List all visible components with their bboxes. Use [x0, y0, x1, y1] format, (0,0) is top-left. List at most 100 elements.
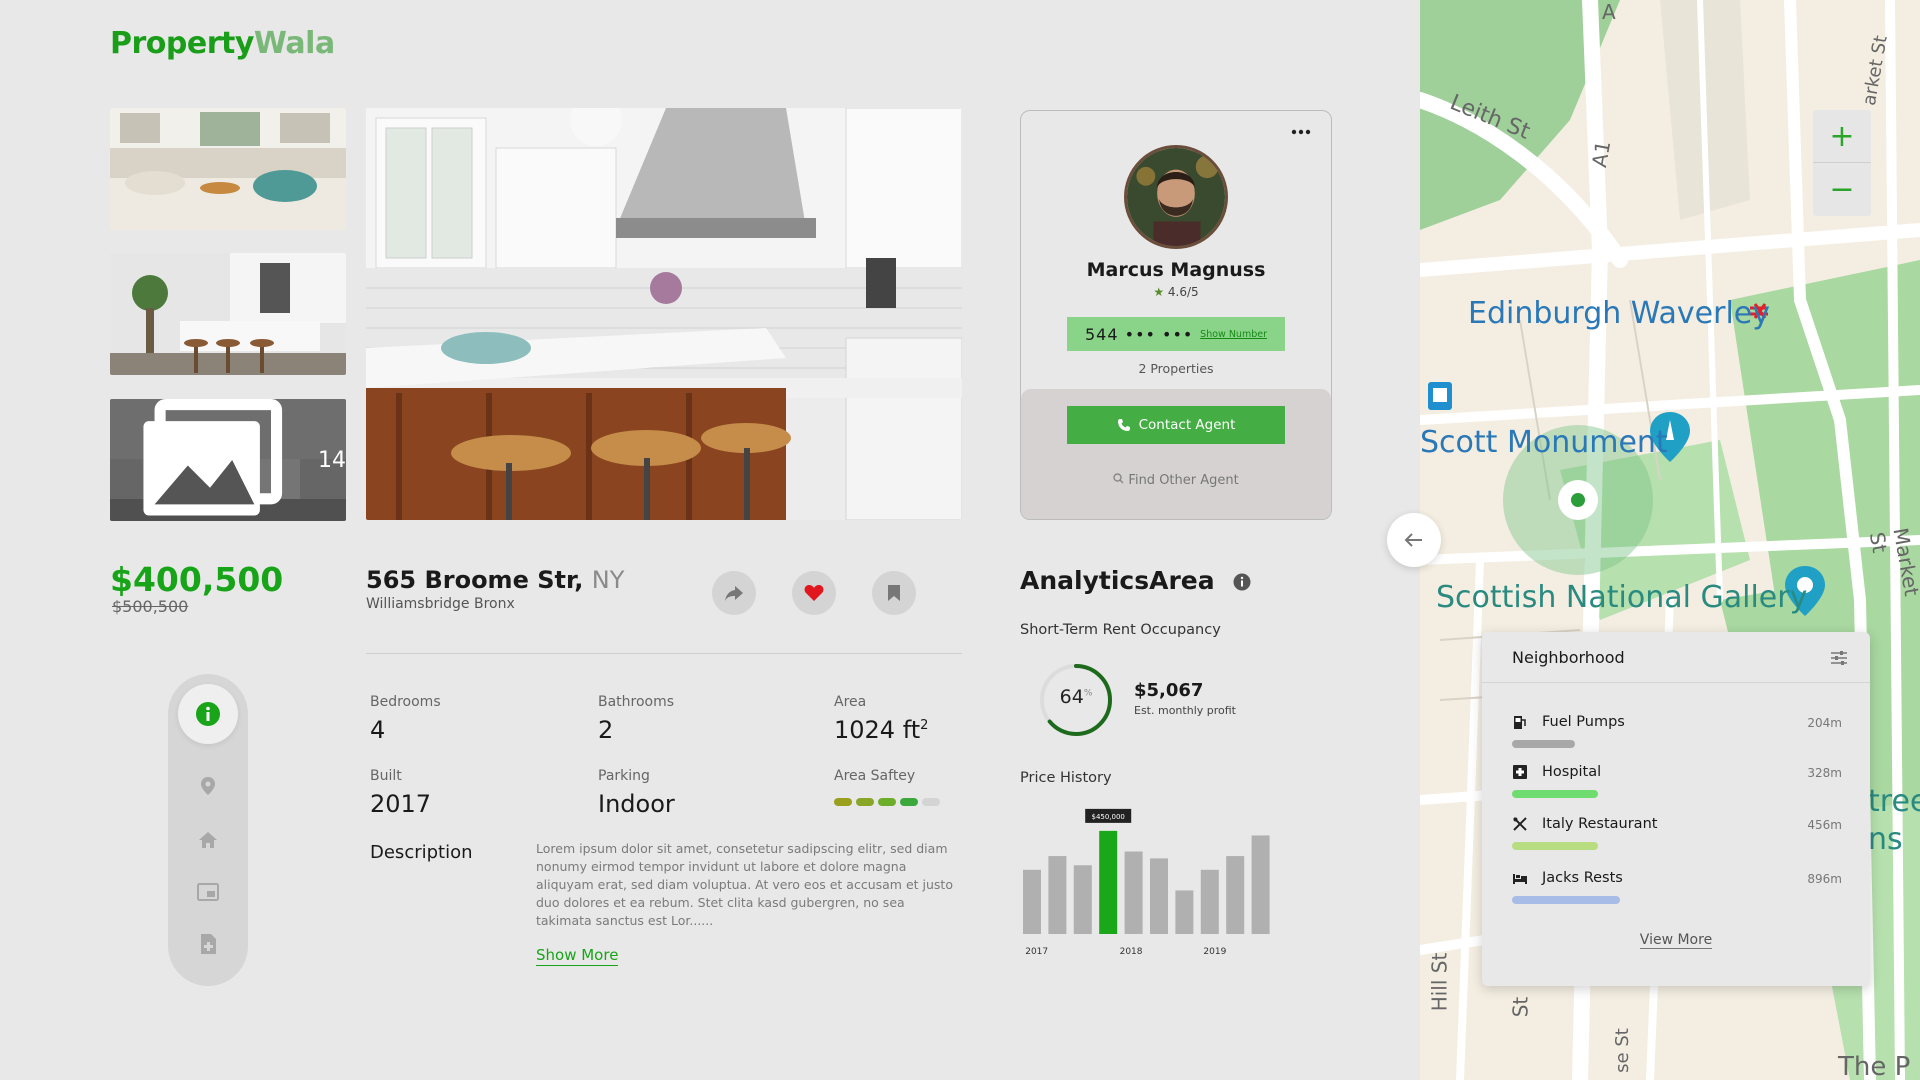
bedrooms-stat: Bedrooms 4 — [370, 694, 441, 744]
restaurant-icon — [1513, 817, 1527, 831]
safety-segment — [878, 798, 896, 806]
listing-neighborhood: Williamsbridge Bronx — [366, 596, 515, 612]
neighborhood-item-name: Hospital — [1542, 764, 1602, 780]
view-more-link[interactable]: View More — [1482, 932, 1870, 949]
price-bar[interactable] — [1175, 890, 1194, 934]
neighborhood-item-name: Jacks Rests — [1542, 870, 1623, 886]
arrow-left-icon — [1404, 533, 1422, 547]
find-other-agent-link[interactable]: Find Other Agent — [1021, 473, 1331, 488]
price-bar[interactable] — [1048, 856, 1067, 934]
neighborhood-item-bar — [1512, 896, 1621, 904]
main-photo[interactable] — [366, 108, 962, 520]
area-safety-meter — [834, 798, 940, 806]
nav-location-button[interactable] — [196, 774, 220, 798]
neighborhood-panel: Neighborhood Fuel Pumps 204m Hospital 32… — [1482, 632, 1870, 986]
safety-segment — [834, 798, 852, 806]
more-options-icon[interactable] — [1291, 129, 1311, 135]
x-tick-label: 2018 — [1120, 947, 1143, 957]
area-label: Area — [834, 694, 867, 710]
show-more-link[interactable]: Show More — [536, 946, 619, 966]
description-title: Description — [370, 842, 473, 863]
area-safety-label: Area Saftey — [834, 768, 916, 784]
built-stat: Built 2017 — [370, 768, 431, 818]
agent-card: Marcus Magnuss ★ 4.6/5 544 ••• ••• Show … — [1020, 110, 1332, 520]
neighborhood-item-distance: 204m — [1807, 716, 1842, 730]
price-bar[interactable] — [1023, 869, 1041, 934]
info-icon[interactable] — [1233, 573, 1251, 591]
occupancy-title: Short-Term Rent Occupancy — [1020, 622, 1221, 638]
agent-phone: 544 ••• ••• Show Number — [1067, 317, 1285, 351]
gallery-icon — [143, 399, 283, 516]
agent-name: Marcus Magnuss — [1086, 259, 1266, 281]
contact-agent-button[interactable]: Contact Agent — [1067, 406, 1285, 444]
built-label: Built — [370, 768, 402, 784]
bookmark-button[interactable] — [872, 571, 916, 615]
x-tick-label: 2019 — [1203, 947, 1226, 957]
area-safety-stat: Area Saftey — [834, 768, 940, 806]
bed-icon — [1513, 874, 1527, 884]
neighborhood-item-distance: 456m — [1807, 818, 1842, 832]
filter-sliders-icon[interactable] — [1830, 650, 1848, 666]
monthly-profit: $5,067 — [1134, 680, 1204, 701]
price-bar[interactable] — [1200, 869, 1219, 934]
gallery-thumbnail-2[interactable] — [110, 253, 346, 375]
neighborhood-item-bar — [1512, 790, 1598, 798]
favorite-button[interactable] — [792, 571, 836, 615]
details-divider — [366, 653, 962, 654]
agent-properties-count[interactable]: 2 Properties — [1021, 361, 1331, 376]
more-photos-overlay: 14 — [110, 399, 346, 521]
home-icon — [199, 832, 217, 848]
add-document-icon — [201, 934, 216, 954]
price-bar[interactable] — [1251, 835, 1270, 934]
price-bar[interactable] — [1150, 858, 1168, 934]
price-bar[interactable] — [1073, 865, 1092, 934]
map-label-hill-st: Hill St — [1427, 952, 1452, 1012]
neighborhood-divider — [1482, 682, 1870, 683]
area-value: 1024 ft — [834, 716, 921, 744]
price-bar[interactable] — [1124, 851, 1143, 935]
safety-segment — [900, 798, 918, 806]
picture-in-picture-icon — [197, 883, 219, 901]
map-label-edinburgh-waverley: Edinburgh Waverley — [1468, 296, 1771, 331]
parking-value: Indoor — [598, 790, 675, 818]
analytics-title-text: AnalyticsArea — [1020, 566, 1215, 595]
share-button[interactable] — [712, 571, 756, 615]
nav-home-button[interactable] — [196, 828, 220, 852]
agent-phone-number: 544 ••• ••• — [1085, 324, 1194, 344]
occupancy-value: 64% — [1038, 686, 1114, 708]
agent-rating-value: 4.6/5 — [1167, 285, 1199, 299]
zoom-out-button[interactable]: − — [1813, 163, 1871, 216]
price-tooltip-label: $450,000 — [1091, 813, 1124, 821]
price-bar[interactable] — [1226, 856, 1245, 934]
heart-icon — [804, 585, 824, 601]
nav-media-button[interactable] — [196, 880, 220, 904]
area-stat: Area 1024 ft2 — [834, 694, 928, 744]
gallery-thumbnail-more[interactable]: 14 — [110, 399, 346, 521]
area-unit-sup: 2 — [920, 718, 929, 733]
collapse-map-button[interactable] — [1387, 513, 1441, 567]
agent-avatar[interactable] — [1124, 145, 1228, 249]
bathrooms-stat: Bathrooms 2 — [598, 694, 674, 744]
star-icon: ★ — [1153, 285, 1165, 299]
listing-old-price: $500,500 — [112, 597, 189, 616]
nav-document-button[interactable] — [196, 932, 220, 956]
price-bar[interactable] — [1099, 830, 1118, 934]
show-number-link[interactable]: Show Number — [1200, 329, 1267, 340]
brand-logo-part2: Wala — [253, 26, 335, 61]
occupancy-percent: 64 — [1059, 686, 1084, 708]
bookmark-icon — [888, 585, 900, 601]
zoom-in-button[interactable]: + — [1813, 110, 1871, 163]
occupancy-percent-sign: % — [1083, 688, 1093, 699]
map-label-st: St — [1508, 996, 1533, 1018]
listing-price: $400,500 — [110, 560, 284, 599]
map-label-street-right-2: ns — [1868, 822, 1903, 857]
map-label-scottish-national-gallery: Scottish National Gallery — [1436, 580, 1808, 615]
location-pin-icon — [201, 777, 215, 795]
nav-info-button[interactable] — [178, 684, 238, 744]
map-label-the: The P — [1838, 1052, 1911, 1080]
gallery-thumbnail-1[interactable] — [110, 108, 346, 230]
neighborhood-title: Neighborhood — [1512, 648, 1625, 667]
brand-logo[interactable]: PropertyWala — [110, 26, 335, 61]
parking-stat: Parking Indoor — [598, 768, 675, 818]
price-history-chart: $450,000 2017 2018 2019 — [1023, 808, 1270, 957]
